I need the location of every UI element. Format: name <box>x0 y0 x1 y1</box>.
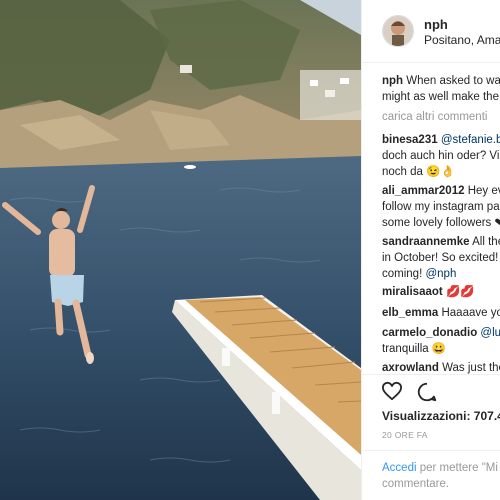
post-location[interactable]: Positano, Amalfi <box>424 33 500 47</box>
post-video[interactable] <box>0 0 361 500</box>
comment-text-line2: in October! So excited! <box>382 252 499 264</box>
comment-mention[interactable]: @lu <box>480 327 500 339</box>
login-rest: per mettere "Mi <box>416 462 498 474</box>
comment-text: All the <box>472 236 500 248</box>
post-actions <box>362 374 500 407</box>
load-more-comments[interactable]: carica altri commenti <box>382 111 487 123</box>
comment-text: 💋💋 <box>445 286 475 298</box>
comment-text-line2: doch auch hin oder? Vi <box>382 150 500 162</box>
comment-item: ali_ammar2012 Hey ev follow my instagram… <box>382 183 500 231</box>
comment-username[interactable]: binesa231 <box>382 134 438 146</box>
comment-username[interactable]: axrowland <box>382 362 439 374</box>
comment-item: binesa231 @stefanie.br doch auch hin ode… <box>382 132 500 180</box>
comment-text: Was just the <box>442 362 500 374</box>
comment-text-line2: follow my instagram pa <box>382 201 500 213</box>
caption-text-line2: might as well make the <box>382 91 499 103</box>
comment-icon[interactable] <box>416 381 438 408</box>
comment-username[interactable]: ali_ammar2012 <box>382 185 464 197</box>
comment-item: sandraannemke All the in October! So exc… <box>382 234 500 282</box>
post-timestamp: 20 ORE FA <box>382 430 428 440</box>
comment-item: miralisaaot 💋💋 <box>382 284 500 300</box>
comment-item: elb_emma Haaaave yo <box>382 305 500 321</box>
comment-text: Haaaave yo <box>441 307 500 319</box>
post-sidebar: nph Positano, Amalfi nph When asked to w… <box>361 0 500 500</box>
comment-username[interactable]: elb_emma <box>382 307 438 319</box>
login-prompt: Accedi per mettere "Mi commentare. <box>362 450 500 500</box>
view-count: Visualizzazioni: 707.40 <box>382 409 500 423</box>
comment-text: Hey ev <box>467 185 500 197</box>
caption-username[interactable]: nph <box>382 75 403 87</box>
caption-text: When asked to wa <box>406 75 500 87</box>
comments-list: nph When asked to wa might as well make … <box>362 62 500 374</box>
avatar[interactable] <box>382 15 414 47</box>
login-link[interactable]: Accedi <box>382 462 417 474</box>
video-scene <box>0 0 361 500</box>
instagram-post: nph Positano, Amalfi nph When asked to w… <box>0 0 500 500</box>
comment-text-line3: some lovely followers ❤ <box>382 217 500 229</box>
post-header: nph Positano, Amalfi <box>362 0 500 63</box>
comment-text-line3: noch da 😉👌 <box>382 166 455 178</box>
comment-username[interactable]: carmelo_donadio <box>382 327 477 339</box>
post-username[interactable]: nph <box>424 17 448 32</box>
comment-mention[interactable]: @stefanie.br <box>441 134 500 146</box>
comment-username[interactable]: sandraannemke <box>382 236 470 248</box>
comment-text-line2: tranquilla 😀 <box>382 343 447 355</box>
comment-item: axrowland Was just the <box>382 360 500 374</box>
caption: nph When asked to wa might as well make … <box>382 73 500 105</box>
comment-username[interactable]: miralisaaot <box>382 286 443 298</box>
login-rest-line2: commentare. <box>382 478 450 490</box>
comment-text-line3: coming! <box>382 268 423 280</box>
login-prompt-text: Accedi per mettere "Mi commentare. <box>382 460 500 492</box>
comment-mention[interactable]: @nph <box>425 268 456 280</box>
heart-icon[interactable] <box>381 381 403 406</box>
comment-item: carmelo_donadio @lu tranquilla 😀 <box>382 325 500 357</box>
